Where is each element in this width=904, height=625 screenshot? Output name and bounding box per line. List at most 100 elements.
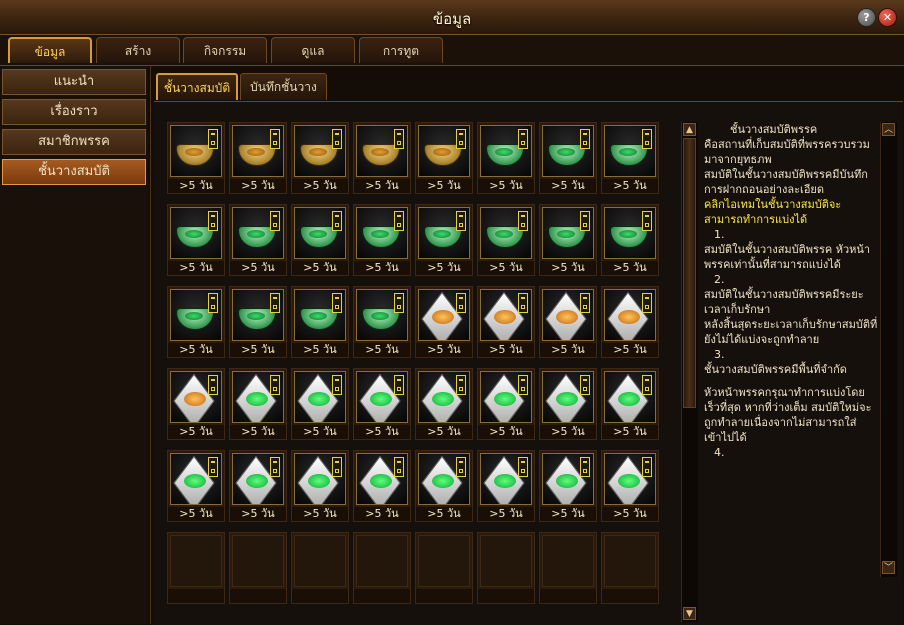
item-icon-frame: [232, 371, 284, 423]
treasure-slot[interactable]: >5 วัน: [539, 204, 597, 276]
treasure-slot[interactable]: >5 วัน: [477, 368, 535, 440]
slot-timer-label: >5 วัน: [602, 507, 658, 521]
empty-slot-frame: [356, 535, 408, 587]
treasure-slot[interactable]: [229, 532, 287, 604]
empty-slot-frame: [232, 535, 284, 587]
item-icon-frame: [480, 207, 532, 259]
treasure-slot[interactable]: >5 วัน: [291, 450, 349, 522]
scroll-thumb[interactable]: [683, 138, 696, 408]
treasure-slot[interactable]: [415, 532, 473, 604]
treasure-slot[interactable]: >5 วัน: [167, 204, 225, 276]
treasure-slot[interactable]: >5 วัน: [601, 204, 659, 276]
subtab-shelf-log[interactable]: บันทึกชั้นวางส...: [240, 73, 327, 120]
bound-tag-icon: [580, 129, 590, 149]
sidebar-item-members[interactable]: สมาชิกพรรค: [2, 129, 146, 155]
treasure-slot[interactable]: >5 วัน: [353, 204, 411, 276]
tab-activity[interactable]: กิจกรรม: [183, 37, 267, 63]
item-icon-frame: [604, 289, 656, 341]
treasure-slot[interactable]: >5 วัน: [353, 450, 411, 522]
green-herb-icon: [618, 474, 640, 488]
slot-timer-label: >5 วัน: [168, 425, 224, 439]
treasure-slot[interactable]: [167, 532, 225, 604]
sidebar-item-story[interactable]: เรื่องราว: [2, 99, 146, 125]
treasure-slot[interactable]: >5 วัน: [477, 286, 535, 358]
item-icon-frame: [294, 453, 346, 505]
slot-timer-label: >5 วัน: [478, 507, 534, 521]
slot-timer-label: >5 วัน: [416, 179, 472, 193]
sidebar-item-intro[interactable]: แนะนำ: [2, 69, 146, 95]
main-tabs: ข้อมูล สร้าง กิจกรรม ดูแล การทูต: [0, 35, 904, 66]
treasure-slot[interactable]: >5 วัน: [291, 204, 349, 276]
treasure-slot[interactable]: >5 วัน: [477, 122, 535, 194]
tab-diplomacy[interactable]: การทูต: [359, 37, 443, 63]
treasure-slot[interactable]: >5 วัน: [601, 286, 659, 358]
treasure-slot[interactable]: >5 วัน: [601, 368, 659, 440]
bound-tag-icon: [208, 293, 218, 313]
treasure-slot[interactable]: >5 วัน: [539, 368, 597, 440]
treasure-slot[interactable]: >5 วัน: [415, 368, 473, 440]
treasure-slot[interactable]: >5 วัน: [291, 368, 349, 440]
treasure-slot[interactable]: >5 วัน: [167, 122, 225, 194]
treasure-slot[interactable]: >5 วัน: [229, 368, 287, 440]
scroll-down-icon[interactable]: ▼: [683, 607, 696, 620]
bound-tag-icon: [456, 293, 466, 313]
treasure-slot[interactable]: >5 วัน: [477, 204, 535, 276]
desc-point-2a: สมบัติในชั้นวางสมบัติพรรคมีระยะเวลาเก็บร…: [704, 288, 864, 316]
treasure-slot[interactable]: >5 วัน: [353, 368, 411, 440]
treasure-slot[interactable]: >5 วัน: [415, 122, 473, 194]
treasure-slot[interactable]: [601, 532, 659, 604]
treasure-slot[interactable]: >5 วัน: [415, 204, 473, 276]
green-herb-icon: [246, 474, 268, 488]
chevron-down-icon[interactable]: ﹀: [882, 561, 895, 574]
empty-slot-frame: [480, 535, 532, 587]
treasure-slot[interactable]: >5 วัน: [415, 286, 473, 358]
treasure-slot[interactable]: >5 วัน: [291, 122, 349, 194]
item-icon-frame: [356, 371, 408, 423]
item-icon-frame: [418, 453, 470, 505]
treasure-slot[interactable]: >5 วัน: [477, 450, 535, 522]
item-icon-frame: [170, 125, 222, 177]
treasure-slot[interactable]: [353, 532, 411, 604]
treasure-slot[interactable]: >5 วัน: [353, 122, 411, 194]
bound-tag-icon: [456, 129, 466, 149]
treasure-slot[interactable]: >5 วัน: [167, 286, 225, 358]
bound-tag-icon: [270, 375, 280, 395]
empty-slot-frame: [604, 535, 656, 587]
item-icon-frame: [356, 289, 408, 341]
amber-herb-icon: [618, 310, 640, 324]
description-scrollbar[interactable]: ︿ ﹀: [880, 122, 897, 577]
bound-tag-icon: [394, 375, 404, 395]
scroll-up-icon[interactable]: ▲: [683, 123, 696, 136]
treasure-slot[interactable]: >5 วัน: [167, 450, 225, 522]
treasure-slot[interactable]: [291, 532, 349, 604]
item-icon-frame: [480, 371, 532, 423]
treasure-slot[interactable]: >5 วัน: [229, 286, 287, 358]
item-icon-frame: [542, 453, 594, 505]
chevron-up-icon[interactable]: ︿: [882, 123, 895, 136]
treasure-slot[interactable]: >5 วัน: [601, 122, 659, 194]
treasure-slot[interactable]: [477, 532, 535, 604]
treasure-slot[interactable]: >5 วัน: [539, 122, 597, 194]
treasure-slot[interactable]: >5 วัน: [539, 450, 597, 522]
treasure-slot[interactable]: >5 วัน: [601, 450, 659, 522]
green-herb-icon: [556, 474, 578, 488]
sidebar-item-treasure-shelf[interactable]: ชั้นวางสมบัติ: [2, 159, 146, 185]
treasure-slot[interactable]: >5 วัน: [539, 286, 597, 358]
treasure-slot[interactable]: >5 วัน: [229, 204, 287, 276]
bound-tag-icon: [518, 457, 528, 477]
treasure-slot[interactable]: >5 วัน: [415, 450, 473, 522]
grid-scrollbar[interactable]: ▲ ▼: [681, 122, 698, 622]
treasure-slot[interactable]: [539, 532, 597, 604]
treasure-slot[interactable]: >5 วัน: [353, 286, 411, 358]
close-button[interactable]: ✕: [878, 8, 897, 27]
tab-build[interactable]: สร้าง: [96, 37, 180, 63]
tab-manage[interactable]: ดูแล: [271, 37, 355, 63]
treasure-slot[interactable]: >5 วัน: [229, 122, 287, 194]
treasure-slot[interactable]: >5 วัน: [167, 368, 225, 440]
bound-tag-icon: [208, 129, 218, 149]
help-button[interactable]: ?: [857, 8, 876, 27]
subtab-treasure-shelf[interactable]: ชั้นวางสมบัติ: [156, 73, 238, 100]
treasure-slot[interactable]: >5 วัน: [229, 450, 287, 522]
treasure-slot[interactable]: >5 วัน: [291, 286, 349, 358]
tab-info[interactable]: ข้อมูล: [8, 37, 92, 63]
